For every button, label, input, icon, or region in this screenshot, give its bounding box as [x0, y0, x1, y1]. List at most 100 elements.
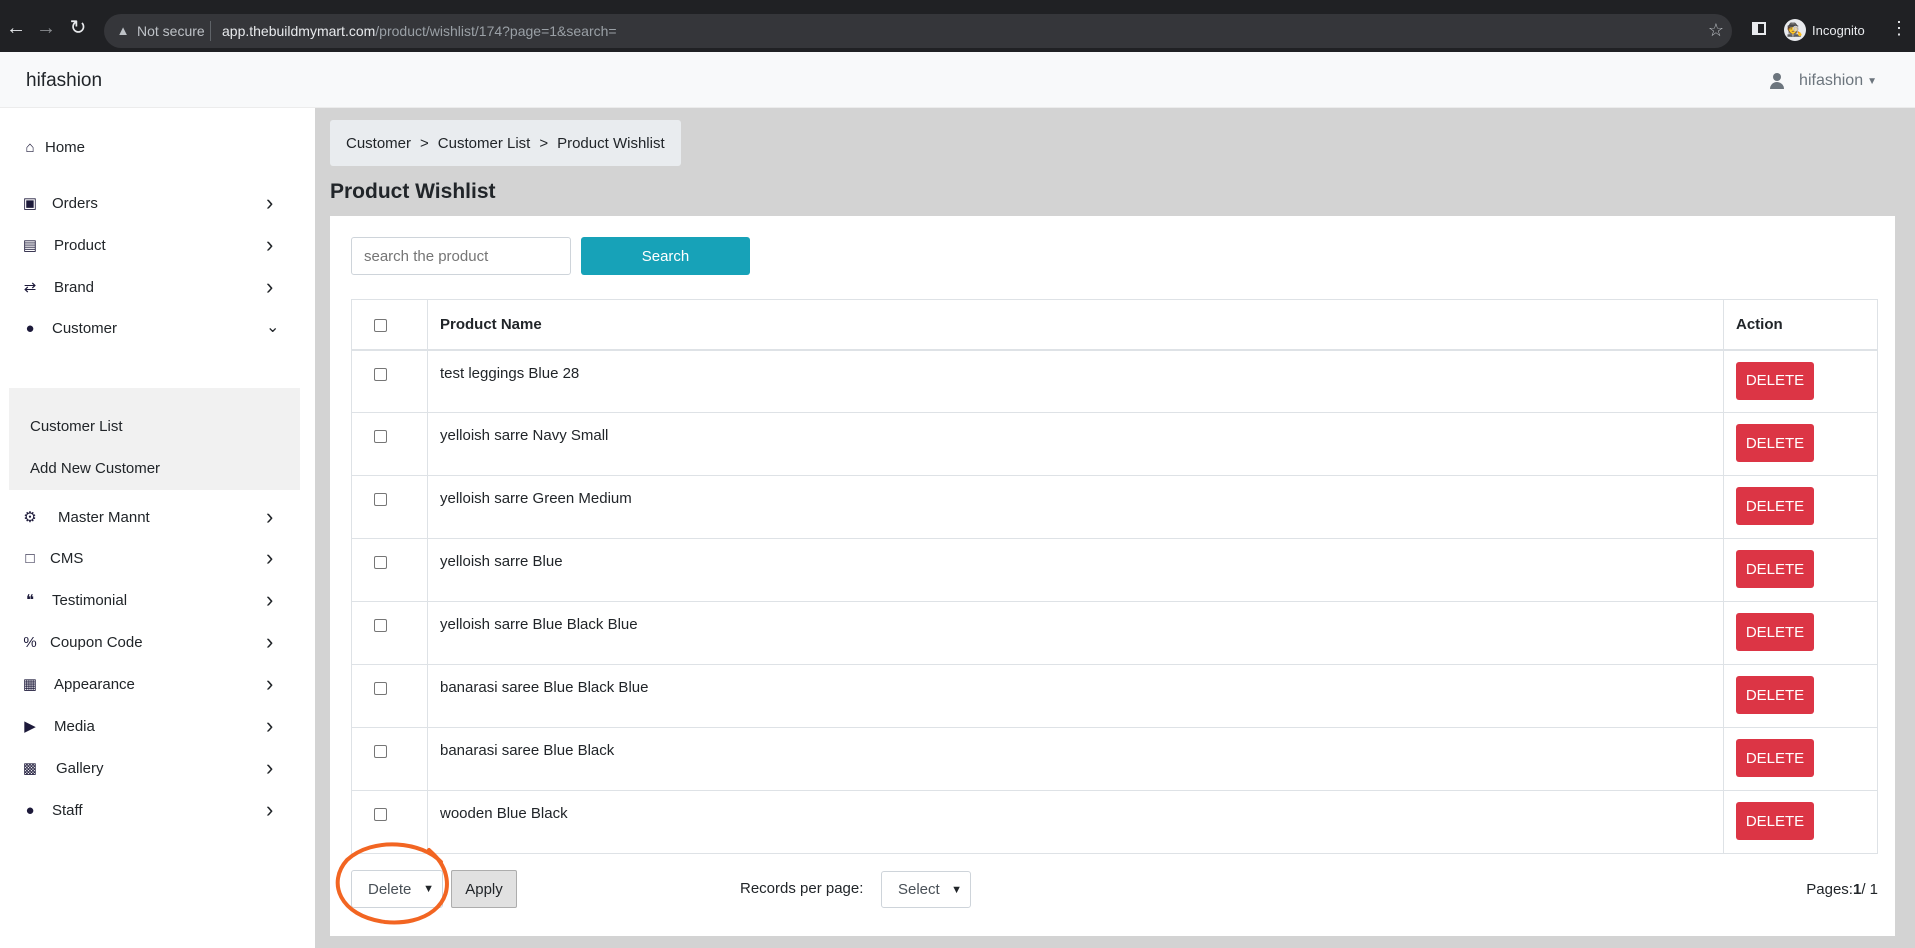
delete-button[interactable]: DELETE — [1736, 613, 1814, 651]
chevron-right-icon: › — [266, 545, 274, 570]
chevron-right-icon: › — [266, 797, 274, 822]
sidebar-item-master-mannt[interactable]: ⚙ Master Mannt › — [0, 497, 300, 537]
shopping-bag-icon: ▣ — [22, 195, 38, 212]
sidebar-item-label: Home — [45, 138, 86, 156]
sidebar-item-cms[interactable]: □ CMS › — [0, 538, 300, 578]
sidebar-item-testimonial[interactable]: ❝ Testimonial › — [0, 580, 300, 620]
chevron-right-icon: › — [266, 232, 274, 257]
sidebar-item-label: Gallery — [56, 759, 104, 777]
row-checkbox-cell — [351, 664, 428, 728]
side-panel-icon[interactable] — [1752, 22, 1766, 35]
sidebar-item-appearance[interactable]: ▦ Appearance › — [0, 664, 300, 704]
row-checkbox[interactable] — [374, 367, 387, 381]
records-per-page-select[interactable]: Select ▼ — [881, 871, 971, 908]
table-row: banarasi saree Blue Black Blue DELETE — [351, 664, 1878, 728]
sidebar-item-gallery[interactable]: ▩ Gallery › — [0, 748, 300, 788]
sidebar-item-product[interactable]: ▤ Product › — [0, 225, 300, 265]
sidebar-item-customer[interactable]: ● Customer ⌄ — [0, 308, 300, 348]
sidebar-item-label: Orders — [52, 194, 98, 212]
sidebar-item-orders[interactable]: ▣ Orders › — [0, 183, 300, 223]
action-cell: DELETE — [1723, 601, 1878, 665]
sidebar-item-media[interactable]: ▶ Media › — [0, 706, 300, 746]
chevron-right-icon: › — [266, 755, 274, 780]
wishlist-card: Search Product Name Action test leggings… — [330, 216, 1895, 936]
user-menu[interactable]: hifashion ▼ — [1769, 72, 1877, 90]
url-text[interactable]: app.thebuildmymart.com/product/wishlist/… — [222, 23, 617, 39]
breadcrumb-customer[interactable]: Customer — [346, 135, 411, 152]
address-bar[interactable]: ▲ Not secure app.thebuildmymart.com/prod… — [104, 14, 1732, 48]
user-name: hifashion — [1799, 72, 1864, 89]
table-row: wooden Blue Black DELETE — [351, 790, 1878, 854]
breadcrumb: Customer > Customer List > Product Wishl… — [330, 120, 681, 166]
sidebar-item-brand[interactable]: ⇄ Brand › — [0, 267, 300, 307]
main-content: Customer > Customer List > Product Wishl… — [315, 108, 1915, 948]
sidebar-item-label: Testimonial — [52, 591, 128, 609]
browser-menu-icon[interactable]: ⋮ — [1890, 18, 1908, 38]
row-checkbox[interactable] — [374, 745, 387, 758]
user-icon: ● — [25, 319, 35, 337]
back-arrow-icon[interactable]: ← — [6, 18, 26, 38]
product-name-cell: yelloish sarre Blue Black Blue — [427, 601, 1724, 665]
row-checkbox[interactable] — [374, 556, 387, 569]
delete-button[interactable]: DELETE — [1736, 487, 1814, 525]
shuffle-icon: ⇄ — [23, 279, 37, 296]
sidebar-item-coupon-code[interactable]: % Coupon Code › — [0, 622, 300, 662]
row-checkbox[interactable] — [374, 430, 387, 443]
select-all-checkbox[interactable] — [374, 319, 387, 332]
security-label: Not secure — [137, 23, 205, 39]
product-name-header: Product Name — [427, 299, 1724, 351]
action-cell: DELETE — [1723, 664, 1878, 728]
table-row: yelloish sarre Navy Small DELETE — [351, 412, 1878, 476]
delete-button[interactable]: DELETE — [1736, 739, 1814, 777]
chevron-down-icon: ⌄ — [266, 319, 280, 336]
table-row: yelloish sarre Blue Black Blue DELETE — [351, 601, 1878, 665]
delete-button[interactable]: DELETE — [1736, 802, 1814, 840]
row-checkbox-cell — [351, 538, 428, 602]
percent-icon: % — [23, 633, 37, 651]
search-button[interactable]: Search — [581, 237, 750, 275]
bulk-action-value: Delete — [368, 880, 412, 898]
incognito-indicator[interactable]: 🕵 Incognito — [1784, 18, 1865, 42]
url-host: app.thebuildmymart.com — [222, 23, 376, 39]
action-cell: DELETE — [1723, 727, 1878, 791]
sidebar-item-label: CMS — [50, 549, 84, 567]
row-checkbox[interactable] — [374, 682, 387, 695]
submenu-item-customer-list[interactable]: Customer List — [30, 418, 123, 435]
images-icon: ▩ — [22, 760, 38, 777]
total-pages: / 1 — [1861, 881, 1878, 898]
sidebar-item-label: Media — [54, 717, 95, 735]
sidebar-item-home[interactable]: ⌂ Home — [0, 127, 300, 167]
brand-name[interactable]: hifashion — [26, 70, 102, 92]
sidebar-item-label: Master Mannt — [58, 508, 150, 526]
action-cell: DELETE — [1723, 412, 1878, 476]
product-name-cell: yelloish sarre Blue — [427, 538, 1724, 602]
delete-button[interactable]: DELETE — [1736, 550, 1814, 588]
delete-button[interactable]: DELETE — [1736, 424, 1814, 462]
reload-icon[interactable]: ↻ — [68, 18, 88, 38]
row-checkbox[interactable] — [374, 493, 387, 506]
bookmark-star-icon[interactable]: ☆ — [1708, 20, 1724, 41]
breadcrumb-customer-list[interactable]: Customer List — [438, 135, 531, 152]
page-title: Product Wishlist — [330, 180, 496, 203]
chevron-right-icon: › — [266, 587, 274, 612]
search-input[interactable] — [351, 237, 571, 275]
forward-arrow-icon[interactable]: → — [36, 18, 56, 38]
app-header: hifashion hifashion ▼ — [0, 52, 1915, 108]
play-circle-icon: ▶ — [24, 718, 36, 735]
row-checkbox[interactable] — [374, 808, 387, 821]
action-header: Action — [1723, 299, 1878, 351]
row-checkbox-cell — [351, 475, 428, 539]
delete-button[interactable]: DELETE — [1736, 361, 1814, 400]
breadcrumb-separator: > — [539, 134, 549, 152]
sidebar-item-staff[interactable]: ● Staff › — [0, 790, 300, 830]
warning-icon: ▲ — [116, 23, 130, 38]
records-per-page-value: Select — [898, 881, 940, 898]
product-name-cell: yelloish sarre Green Medium — [427, 475, 1724, 539]
row-checkbox[interactable] — [374, 619, 387, 632]
submenu-item-add-customer[interactable]: Add New Customer — [30, 460, 160, 477]
delete-button[interactable]: DELETE — [1736, 676, 1814, 714]
bulk-action-select[interactable]: Delete ▼ — [351, 870, 443, 908]
chevron-right-icon: › — [266, 190, 274, 215]
apply-button[interactable]: Apply — [451, 870, 517, 908]
user-icon — [1769, 73, 1785, 89]
